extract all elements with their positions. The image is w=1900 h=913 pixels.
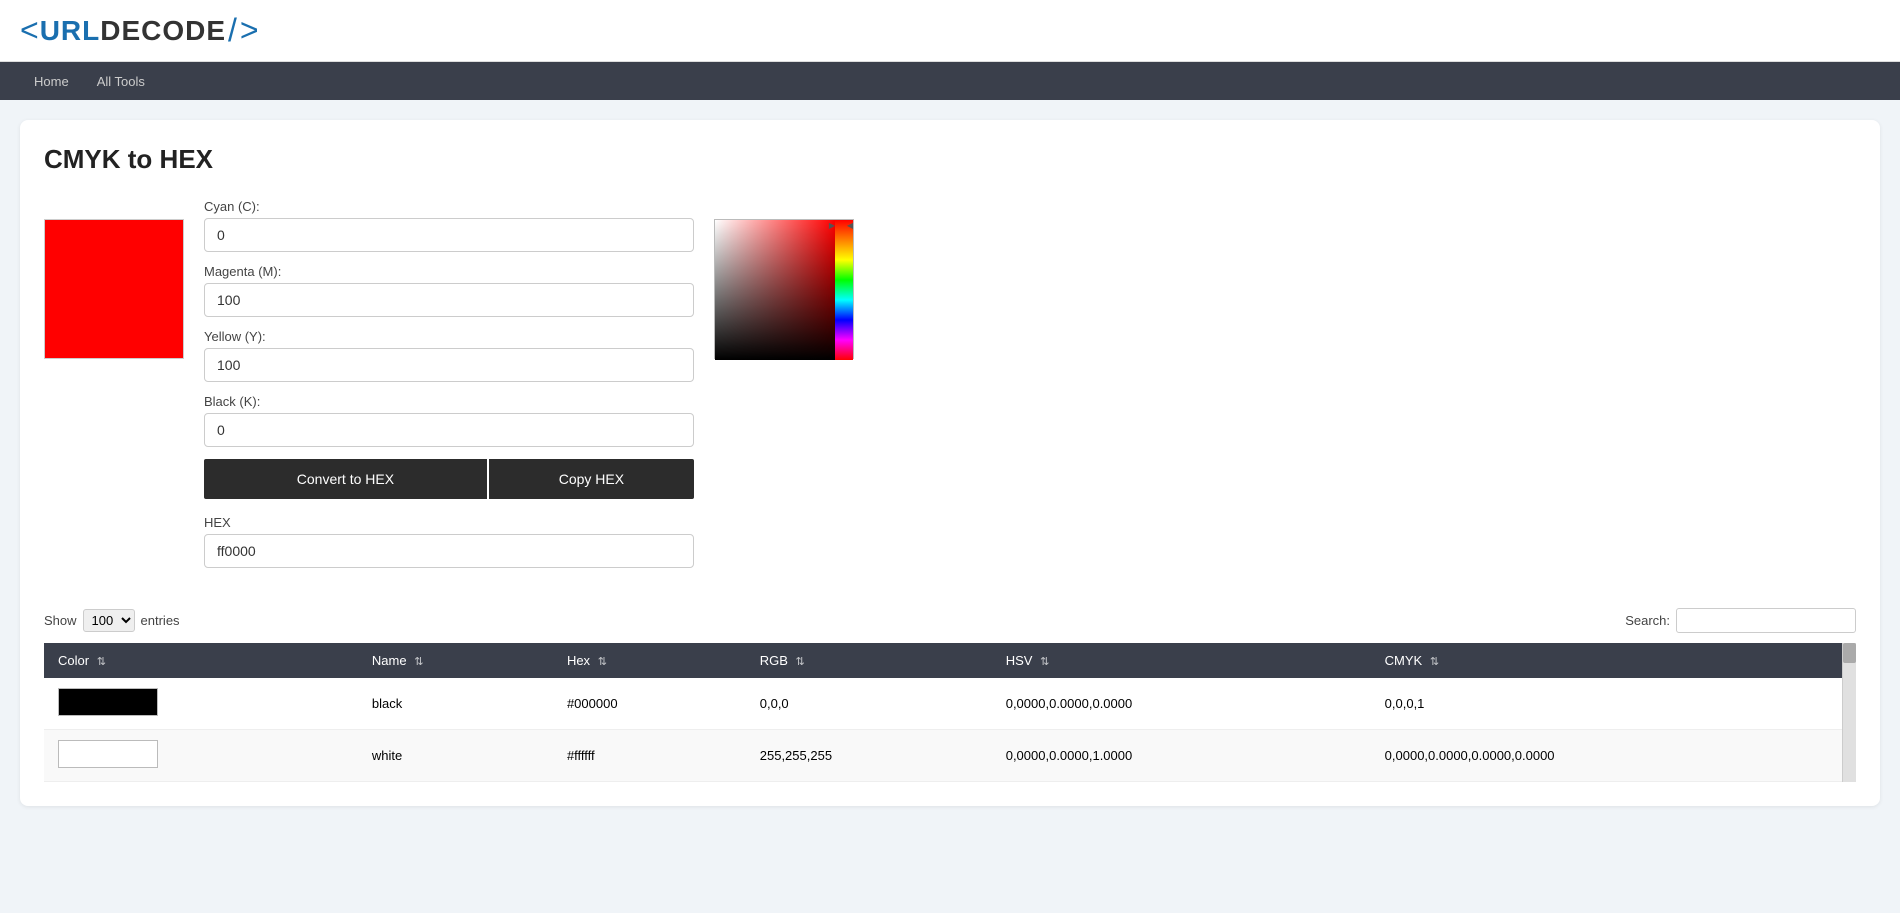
col-name[interactable]: Name ⇅ — [358, 643, 553, 678]
row-hsv-black: 0,0000,0.0000,0.0000 — [992, 678, 1371, 730]
gradient-dark-overlay — [715, 220, 835, 360]
col-cmyk-sort-icon: ⇅ — [1430, 655, 1439, 668]
table-wrapper: Color ⇅ Name ⇅ Hex ⇅ — [44, 643, 1856, 782]
col-hex-label: Hex — [567, 653, 590, 668]
header: <URLDECODE/> — [0, 0, 1900, 62]
col-color-label: Color — [58, 653, 89, 668]
col-color-sort-icon: ⇅ — [97, 655, 106, 668]
search-wrap: Search: — [1625, 608, 1856, 633]
table-section: Show 10 25 50 100 entries Search: — [44, 608, 1856, 782]
row-cmyk-white: 0,0000,0.0000,0.0000,0.0000 — [1371, 730, 1856, 782]
color-picker-widget[interactable] — [714, 219, 854, 359]
col-rgb-label: RGB — [760, 653, 788, 668]
entries-label: entries — [141, 613, 180, 628]
cyan-group: Cyan (C): — [204, 199, 694, 252]
col-hsv-sort-icon: ⇅ — [1040, 655, 1049, 668]
button-row: Convert to HEX Copy HEX — [204, 459, 694, 499]
magenta-label: Magenta (M): — [204, 264, 694, 279]
row-name-white: white — [358, 730, 553, 782]
table-row: white #ffffff 255,255,255 0,0000,0.0000,… — [44, 730, 1856, 782]
swatch-white — [58, 740, 158, 768]
scrollbar-thumb[interactable] — [1843, 643, 1856, 663]
row-rgb-white: 255,255,255 — [746, 730, 992, 782]
show-label: Show — [44, 613, 77, 628]
col-cmyk-label: CMYK — [1385, 653, 1423, 668]
cyan-input[interactable] — [204, 218, 694, 252]
hex-group: HEX — [204, 515, 694, 568]
color-table: Color ⇅ Name ⇅ Hex ⇅ — [44, 643, 1856, 782]
col-name-sort-icon: ⇅ — [414, 655, 423, 668]
hex-label: HEX — [204, 515, 694, 530]
cyan-label: Cyan (C): — [204, 199, 694, 214]
table-header-row: Color ⇅ Name ⇅ Hex ⇅ — [44, 643, 1856, 678]
swatch-black — [58, 688, 158, 716]
yellow-input[interactable] — [204, 348, 694, 382]
page-title: CMYK to HEX — [44, 144, 1856, 175]
gradient-inner — [715, 220, 835, 360]
convert-button[interactable]: Convert to HEX — [204, 459, 487, 499]
tool-area: Cyan (C): Magenta (M): Yellow (Y): Black… — [44, 199, 1856, 580]
col-rgb[interactable]: RGB ⇅ — [746, 643, 992, 678]
row-cmyk-black: 0,0,0,1 — [1371, 678, 1856, 730]
entries-select[interactable]: 10 25 50 100 — [83, 609, 135, 632]
color-preview — [44, 219, 184, 359]
col-hex[interactable]: Hex ⇅ — [553, 643, 746, 678]
col-hsv-label: HSV — [1006, 653, 1033, 668]
hue-slider[interactable] — [835, 220, 853, 360]
row-hex-black: #000000 — [553, 678, 746, 730]
scrollbar-track[interactable] — [1842, 643, 1856, 782]
row-rgb-black: 0,0,0 — [746, 678, 992, 730]
black-input[interactable] — [204, 413, 694, 447]
nav-bar: Home All Tools — [0, 62, 1900, 100]
hex-input[interactable] — [204, 534, 694, 568]
logo-bracket-open: < — [20, 12, 40, 49]
col-rgb-sort-icon: ⇅ — [796, 655, 805, 668]
nav-item-all-tools[interactable]: All Tools — [83, 62, 159, 100]
table-body: black #000000 0,0,0 0,0000,0.0000,0.0000… — [44, 678, 1856, 782]
tool-card: CMYK to HEX Cyan (C): Magenta (M): Yello… — [20, 120, 1880, 806]
logo-decode-text: DECODE — [100, 15, 226, 47]
nav-item-home[interactable]: Home — [20, 62, 83, 100]
row-color-swatch — [44, 678, 358, 730]
gradient-main — [715, 220, 835, 360]
logo-bracket-close: > — [240, 12, 260, 49]
row-hex-white: #ffffff — [553, 730, 746, 782]
table-row: black #000000 0,0,0 0,0000,0.0000,0.0000… — [44, 678, 1856, 730]
yellow-label: Yellow (Y): — [204, 329, 694, 344]
copy-hex-button[interactable]: Copy HEX — [489, 459, 694, 499]
black-group: Black (K): — [204, 394, 694, 447]
col-color[interactable]: Color ⇅ — [44, 643, 358, 678]
table-controls: Show 10 25 50 100 entries Search: — [44, 608, 1856, 633]
row-hsv-white: 0,0000,0.0000,1.0000 — [992, 730, 1371, 782]
table-head: Color ⇅ Name ⇅ Hex ⇅ — [44, 643, 1856, 678]
search-input[interactable] — [1676, 608, 1856, 633]
logo-slash: / — [228, 12, 238, 49]
black-label: Black (K): — [204, 394, 694, 409]
yellow-group: Yellow (Y): — [204, 329, 694, 382]
magenta-group: Magenta (M): — [204, 264, 694, 317]
row-color-swatch-white — [44, 730, 358, 782]
logo[interactable]: <URLDECODE/> — [20, 12, 260, 49]
search-label: Search: — [1625, 613, 1670, 628]
col-hex-sort-icon: ⇅ — [598, 655, 607, 668]
main-content: CMYK to HEX Cyan (C): Magenta (M): Yello… — [0, 100, 1900, 826]
col-name-label: Name — [372, 653, 407, 668]
col-cmyk[interactable]: CMYK ⇅ — [1371, 643, 1856, 678]
row-name-black: black — [358, 678, 553, 730]
magenta-input[interactable] — [204, 283, 694, 317]
inputs-area: Cyan (C): Magenta (M): Yellow (Y): Black… — [204, 199, 694, 580]
hue-cursor — [835, 222, 853, 228]
col-hsv[interactable]: HSV ⇅ — [992, 643, 1371, 678]
show-entries: Show 10 25 50 100 entries — [44, 609, 180, 632]
logo-url-text: URL — [40, 15, 101, 47]
